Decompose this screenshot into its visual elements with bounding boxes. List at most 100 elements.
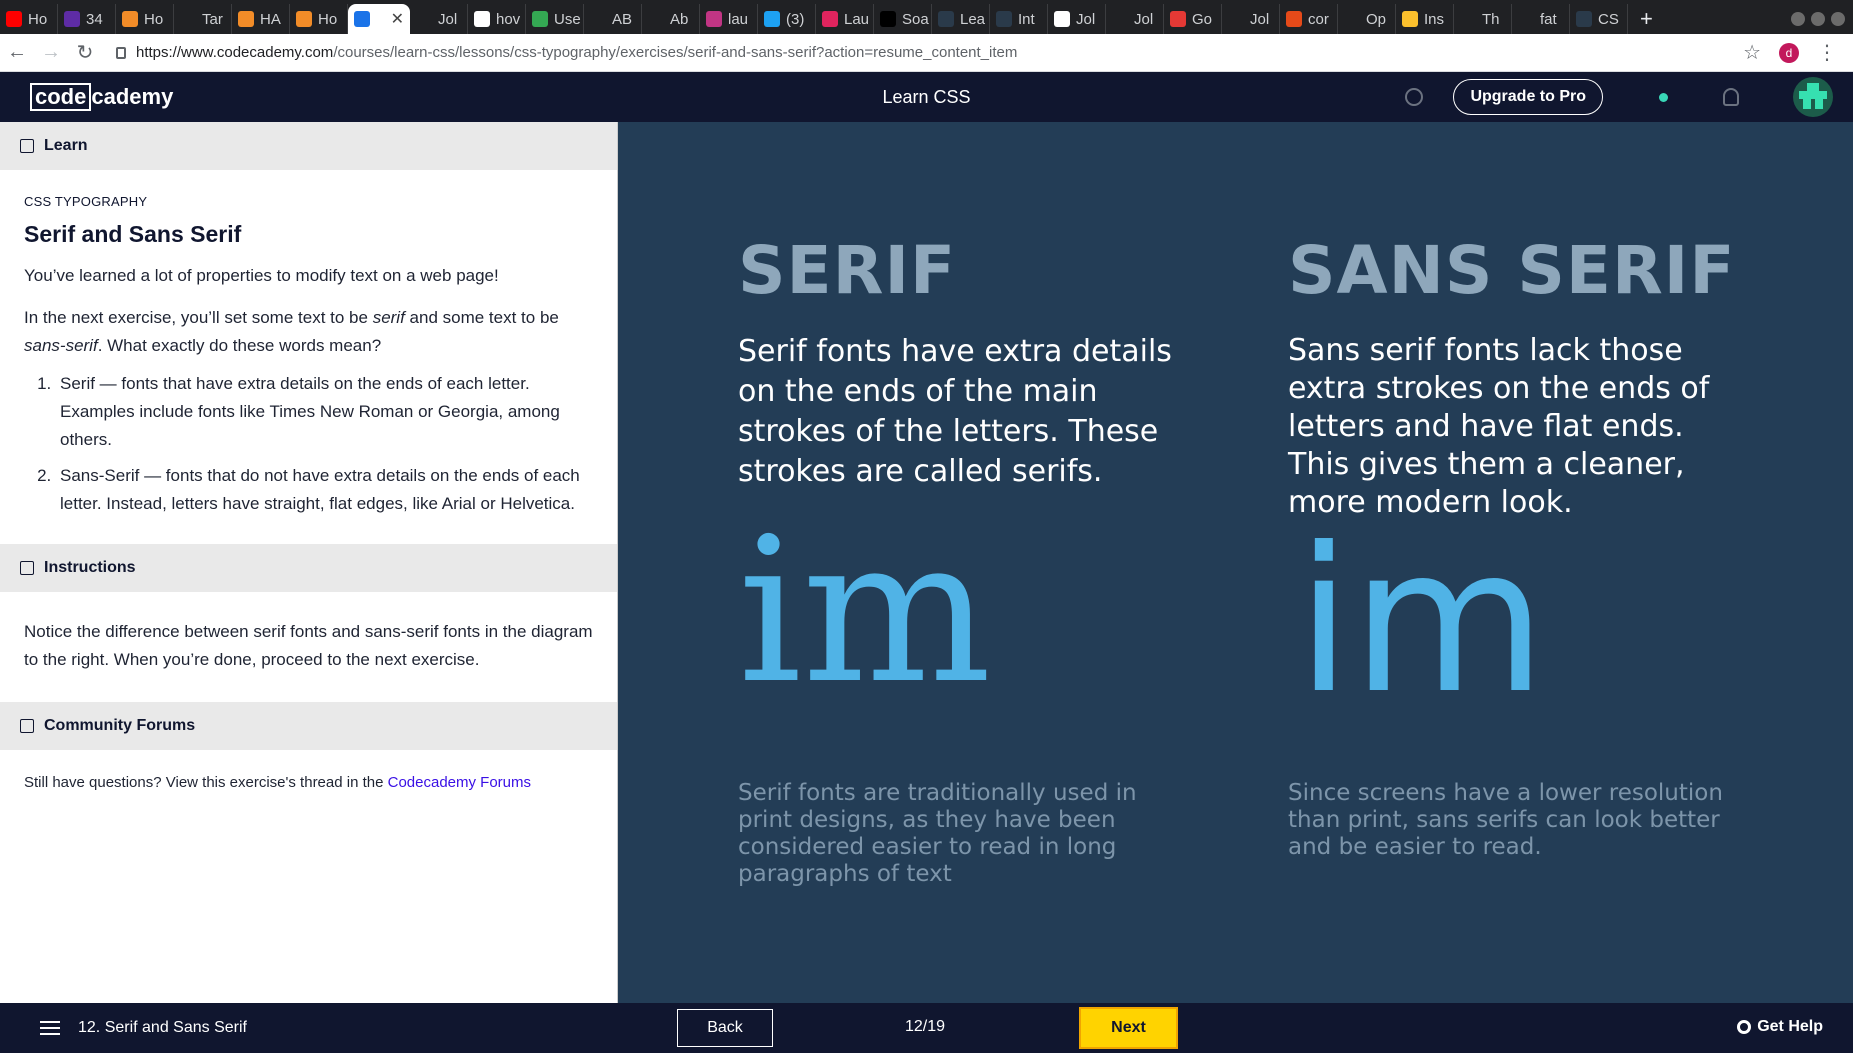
forward-arrow-icon[interactable]: → — [34, 36, 68, 70]
learn-heading: Learn — [44, 137, 88, 154]
sans-serif-term: sans-serif — [24, 336, 98, 355]
lifebuoy-icon — [1737, 1020, 1752, 1034]
tab-label: 34 — [86, 10, 103, 28]
browser-tab[interactable]: (3) — [758, 4, 816, 34]
address-bar: ← → ↻ https://www.codecademy.com/courses… — [0, 34, 1853, 72]
browser-tab[interactable]: Jol — [1106, 4, 1164, 34]
instructions-section-header[interactable]: Instructions — [0, 544, 617, 592]
browser-tab[interactable]: Use — [526, 4, 584, 34]
lesson-panel: Learn CSS TYPOGRAPHY Serif and Sans Seri… — [0, 122, 618, 1003]
next-button[interactable]: Next — [1079, 1007, 1178, 1049]
browser-tab[interactable]: Ho — [0, 4, 58, 34]
blank-icon — [938, 11, 954, 27]
blank-icon — [180, 11, 196, 27]
ds-icon — [880, 11, 896, 27]
url-field[interactable]: https://www.codecademy.com/courses/learn… — [102, 44, 1743, 61]
doc-icon — [354, 11, 370, 27]
sans-serif-sample-glyph: im — [1296, 505, 1547, 738]
lesson-kicker: CSS TYPOGRAPHY — [24, 194, 148, 209]
url-host: https://www.codecademy.com — [136, 44, 334, 61]
browser-tab[interactable]: lau — [700, 4, 758, 34]
browser-tab[interactable]: HA — [232, 4, 290, 34]
lesson-footer: 12. Serif and Sans Serif Back 12/19 Next… — [0, 1003, 1853, 1053]
close-window-icon[interactable] — [1831, 12, 1845, 26]
user-avatar[interactable] — [1793, 77, 1833, 117]
back-arrow-icon[interactable]: ← — [0, 36, 34, 70]
tab-label: Ins — [1424, 10, 1445, 28]
fox-icon — [296, 11, 312, 27]
browser-tab[interactable]: Th — [1454, 4, 1512, 34]
instructions-text: Notice the difference between serif font… — [24, 622, 593, 669]
browser-tab[interactable]: Lea — [932, 4, 990, 34]
browser-tab[interactable]: Ab — [642, 4, 700, 34]
learn-content: CSS TYPOGRAPHY Serif and Sans Serif You’… — [0, 170, 617, 518]
blank-icon — [648, 11, 664, 27]
typography-diagram: SERIF Serif fonts have extra details on … — [618, 122, 1853, 1003]
list-item: Sans-Serif — fonts that do not have extr… — [56, 462, 593, 518]
tab-label: Jol — [438, 10, 458, 28]
serif-sample-glyph: im — [738, 495, 992, 728]
paragraph-text: and some text to be — [404, 308, 559, 327]
minimize-icon[interactable] — [1791, 12, 1805, 26]
browser-tab[interactable]: Int — [990, 4, 1048, 34]
browser-menu-icon[interactable]: ⋮ — [1817, 40, 1837, 65]
reload-icon[interactable]: ↻ — [68, 36, 102, 70]
browser-tab[interactable]: Ins — [1396, 4, 1454, 34]
browser-tab[interactable]: CS — [1570, 4, 1628, 34]
book-icon — [20, 139, 34, 153]
get-help-label: Get Help — [1757, 1018, 1823, 1035]
browser-tab[interactable]: Go — [1164, 4, 1222, 34]
definition-paragraph: In the next exercise, you’ll set some te… — [24, 304, 593, 360]
forums-prompt: Still have questions? View this exercise… — [24, 774, 388, 791]
tab-list: Ho 34 Ho Tar HA Ho ✕ Jol hov Use AB Ab lau (3) Lau Soa L… — [0, 0, 1628, 34]
new-tab-button[interactable]: + — [1628, 4, 1665, 34]
browser-tab[interactable]: Op — [1338, 4, 1396, 34]
alarm-clock-icon[interactable] — [1405, 88, 1424, 106]
browser-tab[interactable]: hov — [468, 4, 526, 34]
status-dot-icon — [1659, 92, 1668, 102]
blank-icon — [416, 11, 432, 27]
tab-label: Lea — [960, 10, 986, 28]
f-icon — [1170, 11, 1186, 27]
tab-label: Soa — [902, 10, 929, 28]
bookmark-star-icon[interactable]: ☆ — [1743, 40, 1761, 65]
lesson-name[interactable]: 12. Serif and Sans Serif — [78, 1019, 247, 1037]
back-button[interactable]: Back — [677, 1009, 773, 1047]
browser-tab[interactable]: Jol — [1222, 4, 1280, 34]
tab-label: Jol — [1076, 10, 1096, 28]
browser-tab[interactable]: cor — [1280, 4, 1338, 34]
profile-avatar[interactable]: d — [1779, 42, 1799, 63]
learn-section-header[interactable]: Learn — [0, 122, 617, 170]
notification-bell-icon[interactable] — [1723, 88, 1739, 106]
slack-icon — [64, 11, 80, 27]
maximize-icon[interactable] — [1811, 12, 1825, 26]
forums-link[interactable]: Codecademy Forums — [388, 774, 531, 791]
browser-tab[interactable]: Jol — [1048, 4, 1106, 34]
browser-tab[interactable]: Lau — [816, 4, 874, 34]
blank-icon — [996, 11, 1012, 27]
upgrade-to-pro-button[interactable]: Upgrade to Pro — [1453, 79, 1603, 115]
browser-tab[interactable]: Jol — [410, 4, 468, 34]
forums-section-header[interactable]: Community Forums — [0, 702, 617, 750]
browser-tab[interactable]: Soa — [874, 4, 932, 34]
browser-tab[interactable]: Tar — [174, 4, 232, 34]
browser-tab[interactable]: 34 — [58, 4, 116, 34]
fox-icon — [122, 11, 138, 27]
codecademy-logo[interactable]: code cademy — [30, 83, 173, 111]
browser-tab[interactable]: Ho — [116, 4, 174, 34]
window-controls — [1791, 12, 1853, 34]
serif-description: Serif fonts have extra details on the en… — [738, 334, 1172, 489]
browser-tab[interactable]: Ho — [290, 4, 348, 34]
browser-tab[interactable]: fat — [1512, 4, 1570, 34]
instagram-icon — [706, 11, 722, 27]
list-item: Serif — fonts that have extra details on… — [56, 370, 593, 454]
hamburger-menu-icon[interactable] — [40, 1021, 60, 1035]
browser-tab[interactable]: AB — [584, 4, 642, 34]
tab-label: Int — [1018, 10, 1035, 28]
google-icon — [474, 11, 490, 27]
get-help-button[interactable]: Get Help — [1737, 1018, 1823, 1036]
close-tab-icon[interactable]: ✕ — [391, 9, 404, 29]
tab-label: Tar — [202, 10, 223, 28]
browser-tab[interactable]: ✕ — [348, 4, 410, 34]
tab-label: Th — [1482, 10, 1500, 28]
